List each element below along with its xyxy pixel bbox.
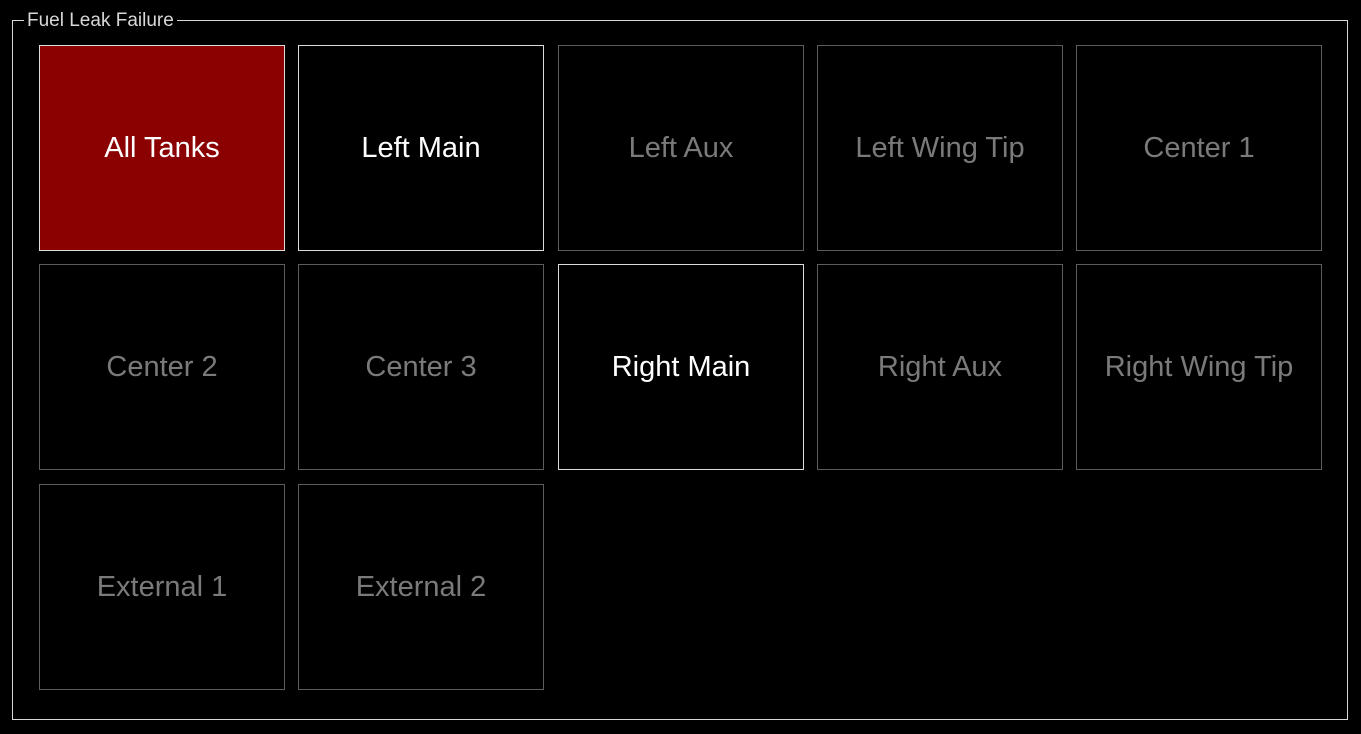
tank-button-left-main[interactable]: Left Main xyxy=(298,45,544,251)
tank-button-right-aux[interactable]: Right Aux xyxy=(817,264,1063,470)
tank-button-left-aux[interactable]: Left Aux xyxy=(558,45,804,251)
tank-button-center-3[interactable]: Center 3 xyxy=(298,264,544,470)
tank-button-center-2[interactable]: Center 2 xyxy=(39,264,285,470)
tank-button-external-2[interactable]: External 2 xyxy=(298,484,544,690)
tank-button-left-wing-tip[interactable]: Left Wing Tip xyxy=(817,45,1063,251)
tank-button-right-main[interactable]: Right Main xyxy=(558,264,804,470)
tank-button-center-1[interactable]: Center 1 xyxy=(1076,45,1322,251)
tank-button-right-wing-tip[interactable]: Right Wing Tip xyxy=(1076,264,1322,470)
tank-button-external-1[interactable]: External 1 xyxy=(39,484,285,690)
tank-button-all-tanks[interactable]: All Tanks xyxy=(39,45,285,251)
group-title: Fuel Leak Failure xyxy=(24,9,177,33)
